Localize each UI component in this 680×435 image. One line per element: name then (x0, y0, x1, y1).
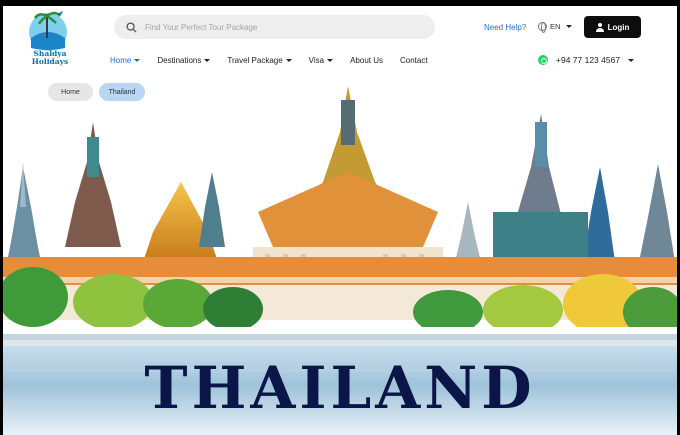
main-nav: Home Destinations Travel Package Visa Ab… (110, 56, 445, 65)
chevron-down-icon (204, 59, 211, 62)
nav-label: Destinations (157, 56, 202, 65)
nav-item-destinations[interactable]: Destinations (157, 56, 211, 65)
phone-number: +94 77 123 4567 (556, 55, 621, 65)
login-label: Login (607, 22, 630, 32)
nav-label: Contact (400, 56, 428, 65)
login-button[interactable]: Login (584, 16, 641, 38)
breadcrumb: Home Thailand (48, 83, 145, 101)
hero-title: THAILAND (144, 354, 536, 422)
nav-label: Visa (308, 56, 325, 65)
search-input[interactable] (145, 22, 415, 32)
logo-text: Shaldya Holidays (27, 50, 73, 66)
search-icon (126, 21, 137, 33)
nav-label: Home (110, 56, 132, 65)
user-icon (595, 22, 604, 32)
language-label: EN (550, 22, 561, 31)
whatsapp-icon (538, 55, 548, 65)
nav-item-visa[interactable]: Visa (308, 56, 334, 65)
nav-label: Travel Package (227, 56, 283, 65)
globe-icon (538, 22, 547, 33)
language-selector[interactable]: EN (538, 22, 573, 33)
nav-item-contact[interactable]: Contact (400, 56, 428, 65)
nav-label: About Us (350, 56, 383, 65)
nav-item-home[interactable]: Home (110, 56, 141, 65)
logo-line-2: Holidays (31, 57, 69, 66)
breadcrumb-current: Thailand (99, 83, 145, 101)
page: Shaldya Holidays Need Help? EN Login Hom… (3, 6, 677, 435)
phone-contact[interactable]: +94 77 123 4567 (538, 55, 635, 65)
chevron-down-icon (628, 58, 635, 62)
chevron-down-icon (566, 25, 573, 28)
search-bar[interactable] (114, 15, 435, 39)
breadcrumb-home[interactable]: Home (48, 83, 93, 101)
nav-item-about-us[interactable]: About Us (350, 56, 383, 65)
chevron-down-icon (285, 59, 292, 62)
chevron-down-icon (327, 59, 334, 62)
chevron-down-icon (134, 59, 141, 62)
nav-item-travel-package[interactable]: Travel Package (227, 56, 292, 65)
need-help-link[interactable]: Need Help? (484, 23, 526, 32)
